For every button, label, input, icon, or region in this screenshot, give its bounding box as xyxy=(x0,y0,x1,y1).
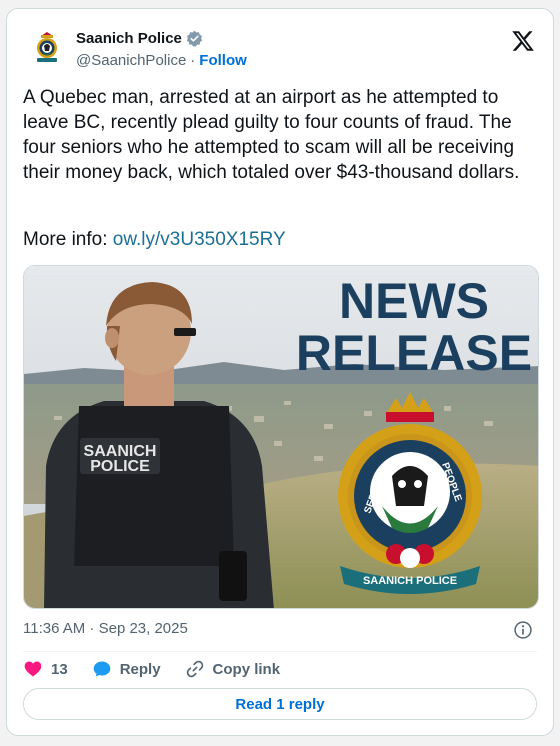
x-logo-icon[interactable] xyxy=(511,29,535,53)
tweet-timestamp[interactable]: 11:36 AM · Sep 23, 2025 xyxy=(23,620,188,637)
heart-icon xyxy=(24,661,42,677)
more-info-line: More info: ow.ly/v3U350X15RY xyxy=(23,227,286,252)
author-handle[interactable]: @SaanichPolice xyxy=(76,52,186,69)
read-replies-button[interactable]: Read 1 reply xyxy=(23,688,537,720)
reply-bubble-icon xyxy=(93,661,111,677)
copy-link-button[interactable]: Copy link xyxy=(185,659,281,679)
crest-banner-text: SAANICH POLICE xyxy=(363,575,457,587)
like-button[interactable]: 13 xyxy=(23,659,68,679)
handle-row: @SaanichPolice · Follow xyxy=(76,50,247,70)
vest-label-line2: POLICE xyxy=(90,458,150,475)
action-bar: 13 Reply Copy link xyxy=(23,657,304,681)
headline-release: RELEASE xyxy=(296,325,532,381)
author-names: Saanich Police @SaanichPolice · Follow xyxy=(76,28,247,70)
more-info-label: More info: xyxy=(23,229,113,250)
reply-button[interactable]: Reply xyxy=(92,659,161,679)
copy-link-label: Copy link xyxy=(212,660,281,678)
tweet-header: Saanich Police @SaanichPolice · Follow xyxy=(23,25,537,71)
divider xyxy=(23,651,537,652)
verified-badge-icon xyxy=(186,30,203,47)
follow-button[interactable]: Follow xyxy=(199,52,247,69)
separator-dot: · xyxy=(190,51,196,69)
info-icon[interactable] xyxy=(513,620,533,640)
avatar[interactable] xyxy=(27,27,67,67)
crest-text-top: THE xyxy=(399,453,421,465)
display-name-row: Saanich Police xyxy=(76,28,247,48)
reply-label: Reply xyxy=(119,660,161,678)
headline-news: NEWS xyxy=(339,273,489,329)
author-display-name[interactable]: Saanich Police xyxy=(76,30,182,47)
tweet-media-image[interactable]: SAANICH POLICE NEWS RELEASE THE SERVING … xyxy=(23,265,539,609)
tweet-text: A Quebec man, arrested at an airport as … xyxy=(23,87,520,183)
police-crest-icon xyxy=(27,27,67,67)
tweet-card: Saanich Police @SaanichPolice · Follow A… xyxy=(6,8,554,736)
link-icon xyxy=(186,660,203,678)
like-count: 13 xyxy=(51,660,68,678)
tweet-link[interactable]: ow.ly/v3U350X15RY xyxy=(113,229,286,250)
news-release-image: SAANICH POLICE NEWS RELEASE THE SERVING … xyxy=(24,266,538,608)
timestamp-row: 11:36 AM · Sep 23, 2025 xyxy=(23,620,537,640)
